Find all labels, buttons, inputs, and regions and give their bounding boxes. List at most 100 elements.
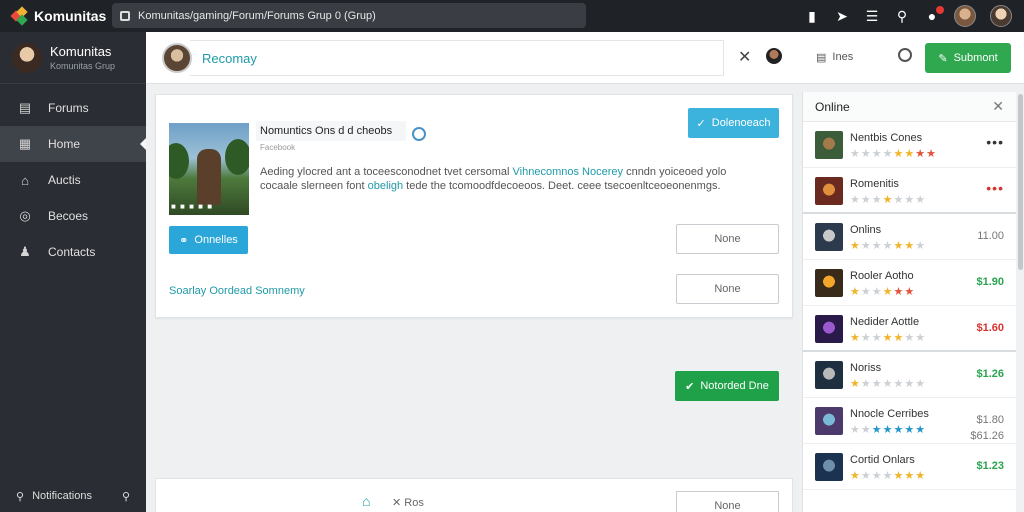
online-panel: Online ✕ Nentbis Cones ★★★★★★★★ ••• Romenit… — [802, 92, 1016, 512]
list-item[interactable]: Romenitis ★★★★★★★ ••• — [803, 168, 1016, 214]
star-icon: ★ — [915, 240, 927, 252]
online-button[interactable]: ⚭ Onnelles — [169, 226, 248, 254]
search-icon[interactable] — [412, 127, 426, 141]
scrollbar[interactable] — [1017, 92, 1024, 512]
none-button-label: None — [714, 233, 741, 245]
download-button[interactable]: ✓ Dolenoeach — [688, 108, 779, 138]
card-link[interactable]: Soarlay Oordead Somnemy — [169, 285, 305, 297]
bottom-card-label: ✕ Ros — [392, 497, 424, 509]
game-thumbnail[interactable] — [815, 407, 843, 435]
game-thumbnail[interactable] — [815, 177, 843, 205]
game-thumbnail[interactable] — [815, 131, 843, 159]
star-icon: ★ — [882, 470, 894, 482]
none-button-1[interactable]: None — [676, 224, 779, 254]
list-item[interactable]: Onlins ★★★★★★★ 11.00 — [803, 214, 1016, 260]
star-icon: ★ — [860, 470, 872, 482]
game-thumbnail[interactable]: ■ ■ ■ ■ ■ — [169, 123, 249, 215]
sidebar-item-becoes[interactable]: ◎ Becoes — [0, 198, 146, 234]
game-thumbnail[interactable] — [815, 361, 843, 389]
star-icon: ★ — [850, 424, 861, 436]
list-item-name: Cortid Onlars — [850, 454, 915, 466]
sidebar-item-forums[interactable]: ▤ Forums — [0, 90, 146, 126]
top-bar: Komunitas Komunitas/gaming/Forum/Forums … — [0, 0, 1024, 32]
user-avatar[interactable] — [954, 5, 976, 27]
thumbnail-tree — [169, 143, 189, 179]
search-icon[interactable]: ⚲ — [122, 490, 130, 503]
star-icon: ★ — [893, 240, 905, 252]
game-thumbnail[interactable] — [815, 269, 843, 297]
list-item[interactable]: Noriss ★★★★★★★ $1.26 — [803, 352, 1016, 398]
star-icon: ★ — [893, 332, 905, 344]
star-icon: ★ — [860, 240, 872, 252]
price-label: $1.90 — [976, 276, 1004, 288]
desc-link[interactable]: obeligh — [368, 180, 403, 192]
more-icon[interactable]: ••• — [986, 180, 1004, 196]
list-item[interactable]: Nedider Aottle ★★★★★★★ $1.60 — [803, 306, 1016, 352]
sidebar-item-label: Becoes — [48, 209, 89, 223]
star-icon: ★ — [871, 378, 883, 390]
close-icon[interactable]: ✕ — [738, 47, 751, 67]
avatar[interactable] — [162, 43, 192, 73]
home-icon[interactable]: ⌂ — [362, 493, 370, 509]
list-item[interactable]: Cortid Onlars ★★★★★★★ $1.23 — [803, 444, 1016, 490]
card-title: Nomuntics Ons d d cheobs — [260, 125, 393, 137]
news-icon[interactable]: ☰ — [864, 8, 880, 25]
rating-stars: ★★★★★★★ — [850, 377, 926, 390]
scrollbar-thumb[interactable] — [1018, 94, 1023, 270]
rating-stars: ★★★★★★★ — [850, 193, 926, 206]
star-icon: ★ — [860, 194, 872, 206]
price-label: $1.26 — [976, 368, 1004, 380]
star-icon: ★ — [893, 148, 905, 160]
desc-link[interactable]: Vihnecomnos Nocerey — [513, 166, 623, 178]
game-thumbnail[interactable] — [815, 223, 843, 251]
sidebar-footer-label: Notifications — [32, 490, 92, 502]
game-thumbnail[interactable] — [815, 453, 843, 481]
sidebar-footer[interactable]: ⚲ Notifications ⚲ — [0, 480, 146, 512]
star-icon: ★ — [850, 148, 861, 160]
bookmark-icon[interactable]: ▮ — [804, 8, 820, 25]
star-icon: ★ — [871, 240, 883, 252]
desc-text: Aeding ylocred ant a toceesconodnet tvet… — [260, 166, 513, 178]
sidebar-profile[interactable]: Komunitas Komunitas Grup — [0, 32, 146, 84]
user-icon: ♟ — [19, 244, 31, 259]
address-bar[interactable]: Komunitas/gaming/Forum/Forums Grup 0 (Gr… — [112, 3, 586, 28]
list-item-name: Rooler Aotho — [850, 270, 914, 282]
download-button-label: Dolenoeach — [711, 117, 771, 129]
list-item-name: Noriss — [850, 362, 882, 374]
star-icon: ★ — [915, 194, 927, 206]
bottom-card-button[interactable]: None — [676, 491, 779, 512]
search-icon[interactable] — [898, 48, 912, 62]
none-button-2[interactable]: None — [676, 274, 779, 304]
sidebar-item-label: Home — [48, 137, 81, 151]
noted-button[interactable]: ✔ Notorded Dne — [675, 371, 779, 401]
close-icon[interactable]: ✕ — [992, 98, 1004, 115]
avatar[interactable] — [766, 48, 782, 64]
search-icon[interactable]: ⚲ — [894, 8, 910, 25]
thumbnail-hud: ■ ■ ■ ■ ■ — [171, 202, 214, 211]
star-icon: ★ — [926, 148, 937, 160]
sidebar-profile-sub: Komunitas Grup — [50, 61, 116, 71]
star-icon: ★ — [871, 470, 883, 482]
more-icon[interactable]: ••• — [986, 134, 1004, 150]
list-item[interactable]: Nnocle Cerribes ★★★★★★★ $1.80 $61.26 — [803, 398, 1016, 444]
user-avatar-secondary[interactable] — [990, 5, 1012, 27]
header-user[interactable]: ▤ Ines — [816, 51, 853, 64]
price-label: 11.00 — [977, 230, 1004, 242]
sidebar-item-home[interactable]: ▦ Home — [0, 126, 146, 162]
header-search-box[interactable] — [190, 40, 724, 76]
brand[interactable]: Komunitas — [0, 6, 110, 26]
star-icon: ★ — [882, 424, 894, 436]
star-icon: ★ — [871, 148, 883, 160]
list-item[interactable]: Rooler Aotho ★★★★★★ $1.90 — [803, 260, 1016, 306]
star-icon: ★ — [871, 286, 883, 298]
list-item[interactable]: Nentbis Cones ★★★★★★★★ ••• — [803, 122, 1016, 168]
submit-button[interactable]: ✎ Submont — [925, 43, 1011, 73]
game-thumbnail[interactable] — [815, 315, 843, 343]
check-icon: ✓ — [696, 117, 706, 130]
sidebar-item-contacts[interactable]: ♟ Contacts — [0, 234, 146, 270]
rocket-icon[interactable]: ➤ — [834, 8, 850, 25]
sidebar-item-label: Auctis — [48, 173, 81, 187]
notification-icon[interactable]: ● — [924, 6, 944, 24]
auction-icon: ⌂ — [21, 172, 29, 188]
sidebar-item-auctis[interactable]: ⌂ Auctis — [0, 162, 146, 198]
